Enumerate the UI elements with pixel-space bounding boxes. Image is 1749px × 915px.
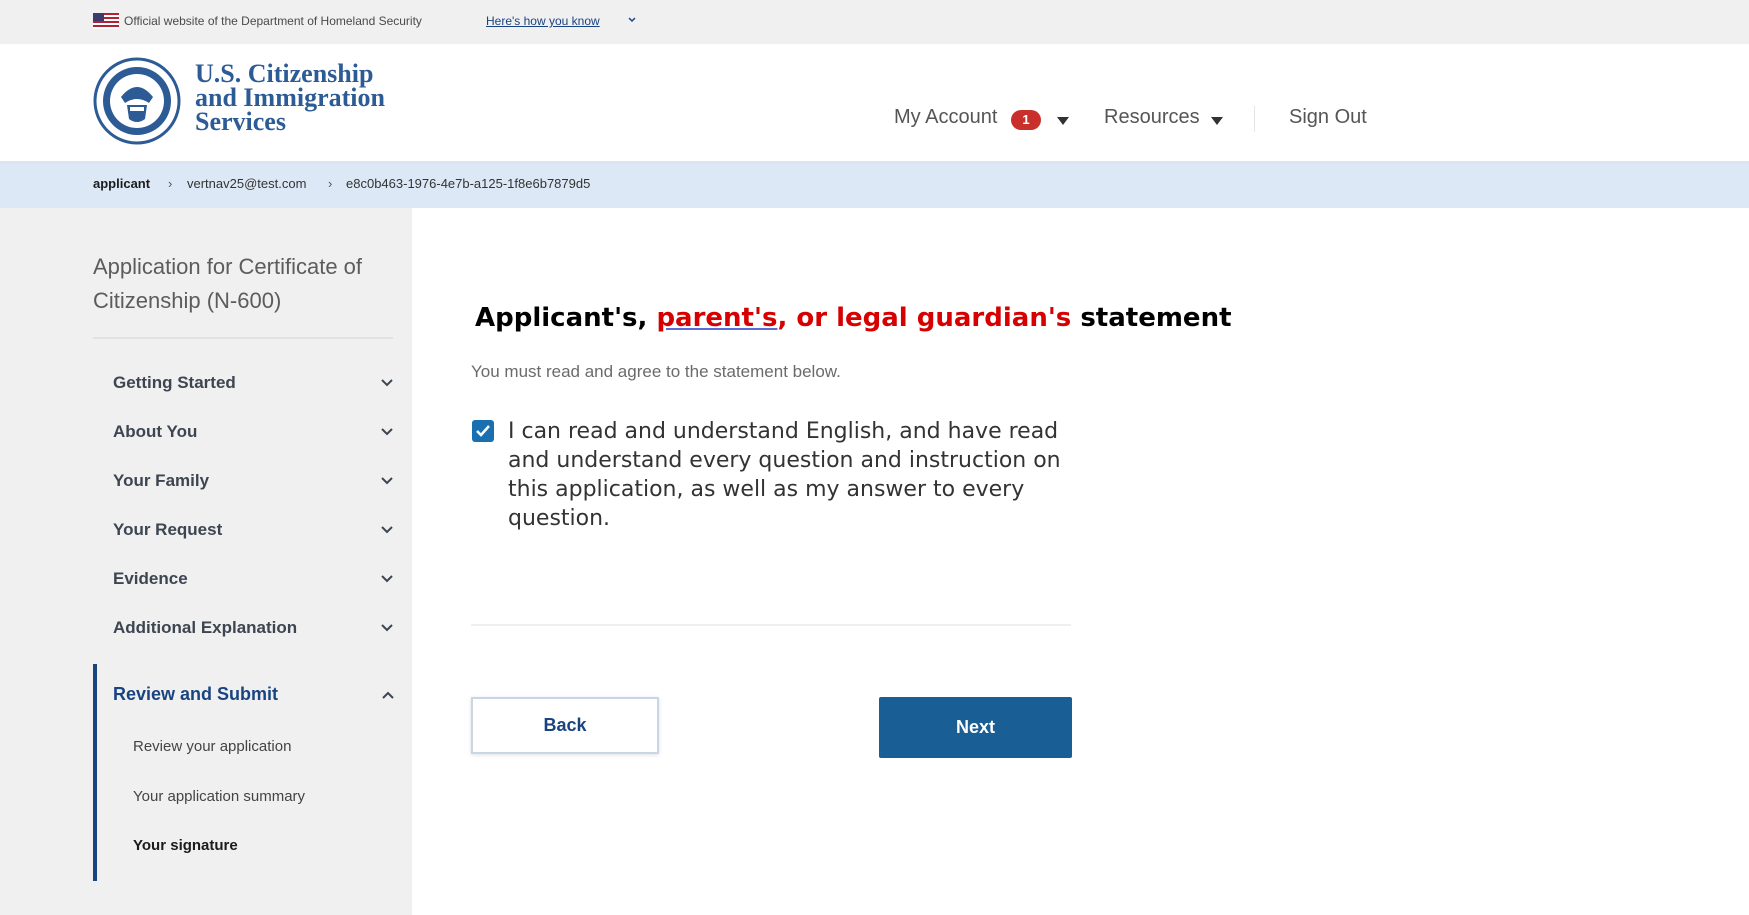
sidebar-item-additional-explanation[interactable]: Additional Explanation [113, 614, 393, 644]
sidebar-item-label: Your Request [113, 520, 223, 539]
agree-statement-checkbox[interactable] [472, 420, 494, 442]
sidebar-item-review-and-submit[interactable]: Review and Submit [113, 684, 278, 705]
breadcrumb-item-case-id: e8c0b463-1976-4e7b-a125-1f8e6b7879d5 [346, 176, 591, 191]
back-button[interactable]: Back [471, 697, 659, 754]
divider [471, 624, 1071, 626]
gov-banner: Official website of the Department of Ho… [0, 0, 1749, 44]
agency-name-line: Services [195, 107, 286, 136]
sidebar-item-evidence[interactable]: Evidence [113, 565, 393, 595]
instruction-text: You must read and agree to the statement… [471, 362, 841, 381]
form-title: Application for Certificate of Citizensh… [93, 254, 363, 313]
agency-name[interactable]: U.S. Citizenship and Immigration Service… [195, 61, 385, 136]
breadcrumb-separator: › [328, 176, 333, 191]
page-title: Applicant's, parent's, or legal guardian… [475, 303, 1232, 333]
sidebar-item-your-request[interactable]: Your Request [113, 516, 393, 546]
dhs-seal-logo[interactable] [93, 57, 181, 145]
sidebar-subitem-review-application[interactable]: Review your application [133, 738, 291, 755]
official-website-text: Official website of the Department of Ho… [124, 14, 422, 28]
sidebar-nav: Application for Certificate of Citizensh… [0, 208, 412, 915]
chevron-down-icon[interactable] [628, 16, 636, 24]
breadcrumb: applicant › vertnav25@test.com › e8c0b46… [0, 164, 1749, 208]
breadcrumb-separator: › [168, 176, 173, 191]
checkmark-icon [476, 425, 490, 437]
sidebar-section-review-and-submit: Review and Submit Review your applicatio… [93, 664, 412, 881]
sidebar-item-label: Your Family [113, 471, 210, 490]
divider [93, 337, 393, 339]
sidebar-item-getting-started[interactable]: Getting Started [113, 369, 393, 399]
sidebar-item-label: Evidence [113, 569, 188, 588]
sidebar-item-label: About You [113, 422, 198, 441]
chevron-down-icon [381, 624, 393, 632]
chevron-down-icon [381, 575, 393, 583]
chevron-down-icon [381, 379, 393, 387]
next-button[interactable]: Next [879, 697, 1072, 758]
sidebar-subitem-application-summary[interactable]: Your application summary [133, 788, 305, 805]
sidebar-item-label: Getting Started [113, 373, 236, 392]
page-title-part: statement [1071, 303, 1232, 333]
breadcrumb-item-applicant[interactable]: applicant [93, 176, 150, 191]
agreement-statement-label[interactable]: I can read and understand English, and h… [508, 417, 1068, 533]
sidebar-item-label: Additional Explanation [113, 618, 298, 637]
sidebar-item-your-family[interactable]: Your Family [113, 467, 393, 497]
resources-menu[interactable]: Resources [1104, 106, 1200, 129]
page-title-part: parent's [656, 303, 778, 333]
sign-out-link[interactable]: Sign Out [1289, 106, 1367, 129]
breadcrumb-item-account[interactable]: vertnav25@test.com [187, 176, 306, 191]
caret-down-icon[interactable] [1211, 117, 1223, 125]
page-title-part: Applicant's, [475, 303, 657, 333]
chevron-down-icon [381, 477, 393, 485]
chevron-down-icon [381, 526, 393, 534]
nav-divider [1254, 106, 1255, 132]
page-title-part: , or legal guardian's [777, 303, 1072, 333]
notification-badge[interactable]: 1 [1011, 110, 1041, 130]
my-account-menu[interactable]: My Account [894, 106, 997, 129]
chevron-up-icon[interactable] [382, 691, 394, 699]
us-flag-icon [93, 13, 119, 29]
chevron-down-icon [381, 428, 393, 436]
sidebar-subitem-your-signature[interactable]: Your signature [133, 837, 238, 854]
site-header: U.S. Citizenship and Immigration Service… [0, 44, 1749, 164]
sidebar-item-about-you[interactable]: About You [113, 418, 393, 448]
how-you-know-link[interactable]: Here's how you know [486, 14, 600, 28]
caret-down-icon[interactable] [1057, 117, 1069, 125]
